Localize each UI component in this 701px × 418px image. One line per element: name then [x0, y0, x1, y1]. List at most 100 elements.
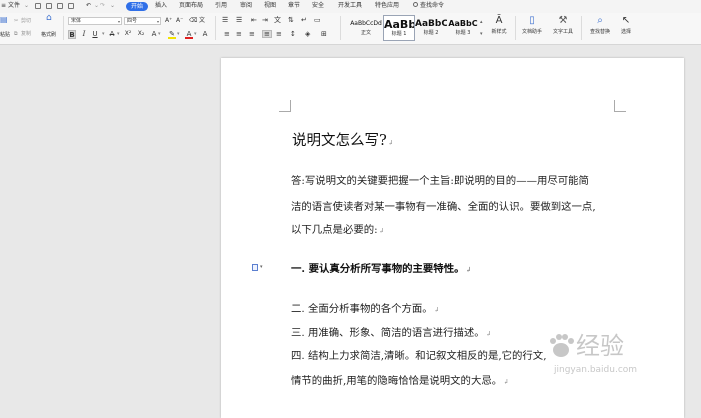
line-icon[interactable]: ▭: [314, 17, 321, 24]
font-color-dropdown-icon[interactable]: ▾: [194, 31, 197, 37]
export-icon[interactable]: [46, 3, 52, 9]
style-heading-3[interactable]: AaBbC 标题 3: [447, 15, 479, 41]
undo-icon[interactable]: ↶: [86, 2, 91, 10]
align-center-icon[interactable]: ≡: [236, 31, 242, 38]
justify-icon[interactable]: ≡: [262, 30, 272, 38]
text-tools-label: 文字工具: [552, 29, 573, 35]
font-name-value: 宋体: [71, 18, 82, 24]
preview-icon[interactable]: [68, 3, 74, 9]
tab-page-layout[interactable]: 页面布局: [179, 2, 203, 10]
char-border-icon[interactable]: A: [201, 30, 209, 39]
new-style-button[interactable]: Ā 新样式: [485, 15, 513, 35]
new-style-icon: Ā: [495, 15, 503, 26]
cut-label[interactable]: 剪切: [21, 18, 31, 24]
shrink-font-icon[interactable]: A⁻: [176, 18, 183, 24]
tab-special-apps[interactable]: 特色应用: [375, 2, 399, 10]
paragraph-line[interactable]: 以下几点是必要的:↲: [291, 223, 385, 238]
text-tools-button[interactable]: ⚒ 文字工具: [549, 15, 577, 35]
numbered-list-icon[interactable]: ☰: [236, 17, 242, 24]
grow-font-icon[interactable]: A⁺: [165, 18, 172, 24]
underline-dropdown-icon[interactable]: ▾: [102, 31, 105, 37]
paragraph-mark: ↲: [465, 265, 472, 274]
format-painter-icon[interactable]: ⌂: [46, 14, 52, 23]
customize-dropdown-icon[interactable]: ⌄: [110, 2, 115, 10]
text-effect-dropdown-icon[interactable]: ▾: [158, 31, 161, 37]
borders-icon[interactable]: ⊞: [321, 31, 327, 38]
copy-icon[interactable]: ⧉: [14, 31, 18, 37]
text-effect-icon[interactable]: A: [150, 30, 158, 39]
menu-icon[interactable]: ≡: [1, 2, 6, 10]
paste-icon[interactable]: ▤: [0, 16, 8, 24]
highlight-icon[interactable]: ✎: [168, 30, 176, 39]
style-heading-1[interactable]: AaBb 标题 1: [383, 15, 415, 41]
strikethrough-icon[interactable]: A: [108, 30, 116, 39]
chinese-layout-icon[interactable]: 文: [274, 17, 281, 24]
list-item[interactable]: 一. 要认真分析所写事物的主要特性。↲: [291, 262, 471, 277]
paste-label[interactable]: 粘贴: [0, 32, 10, 38]
margin-corner-top-right: [614, 100, 626, 112]
redo-icon[interactable]: ↷: [100, 2, 105, 10]
line-spacing-icon[interactable]: ↕: [290, 31, 296, 38]
paragraph-line[interactable]: 洁的语言使读者对某一事物有一准确、全面的认识。要做到这一点,: [291, 200, 596, 214]
sort-icon[interactable]: ⇅: [288, 17, 294, 24]
font-name-select[interactable]: 宋体 ▾: [68, 17, 122, 25]
list-item[interactable]: 三. 用准确、形象、简洁的语言进行描述。↲: [291, 326, 492, 341]
save-icon[interactable]: [35, 3, 41, 9]
font-color-icon[interactable]: A: [185, 30, 193, 39]
command-search-input[interactable]: 查找命令: [420, 2, 444, 10]
list-item[interactable]: 情节的曲折,用笔的隐晦恰恰是说明文的大忌。↲: [291, 374, 509, 389]
tab-references[interactable]: 引用: [215, 2, 227, 10]
find-replace-button[interactable]: ⌕ 查找替换: [586, 15, 614, 35]
doc-helper-button[interactable]: ▯ 文档助手: [518, 15, 546, 35]
styles-more-icon[interactable]: ▾: [480, 31, 483, 37]
paragraph-handle-icon[interactable]: [252, 264, 258, 271]
style-heading-2[interactable]: AaBbC 标题 2: [415, 15, 447, 41]
increase-indent-icon[interactable]: ⇥: [262, 17, 268, 24]
italic-button[interactable]: I: [80, 30, 88, 39]
search-icon[interactable]: [413, 2, 418, 7]
style-heading-3-preview: AaBbC: [448, 19, 478, 28]
tab-insert[interactable]: 插入: [155, 2, 167, 10]
divider: [215, 16, 216, 40]
tab-chapter[interactable]: 章节: [288, 2, 300, 10]
align-left-icon[interactable]: ≡: [224, 31, 230, 38]
tab-view[interactable]: 视图: [264, 2, 276, 10]
font-size-select[interactable]: 四号 ▾: [124, 17, 161, 25]
print-icon[interactable]: [57, 3, 63, 9]
styles-scroll-up-icon[interactable]: ▴: [480, 19, 483, 25]
tab-developer[interactable]: 开发工具: [338, 2, 362, 10]
list-item[interactable]: 二. 全面分析事物的各个方面。↲: [291, 302, 440, 317]
shading-icon[interactable]: ◈: [305, 31, 310, 38]
strike-dropdown-icon[interactable]: ▾: [117, 31, 120, 37]
bold-button[interactable]: B: [68, 30, 76, 39]
style-heading-2-label: 标题 2: [423, 30, 439, 36]
file-menu[interactable]: 文件: [8, 2, 20, 10]
list-item[interactable]: 四. 结构上力求简洁,清晰。和记叙文相反的是,它的行文,: [291, 349, 547, 363]
bullet-list-icon[interactable]: ☰: [222, 17, 228, 24]
chevron-down-icon: ▾: [117, 19, 120, 24]
style-normal[interactable]: AaBbCcDd 正文: [350, 15, 382, 41]
format-painter-label[interactable]: 格式刷: [41, 32, 56, 38]
align-right-icon[interactable]: ≡: [249, 31, 255, 38]
highlight-dropdown-icon[interactable]: ▾: [177, 31, 180, 37]
underline-button[interactable]: U: [91, 30, 99, 39]
cut-icon[interactable]: ✂: [14, 18, 18, 24]
distribute-icon[interactable]: ≡: [276, 31, 282, 38]
tab-security[interactable]: 安全: [312, 2, 324, 10]
paragraph-handle-dropdown-icon[interactable]: ▾: [260, 264, 263, 270]
document-title[interactable]: 说明文怎么写?↲: [292, 132, 394, 152]
undo-dropdown-icon[interactable]: ⌄: [94, 2, 99, 10]
subscript-icon[interactable]: X₂: [137, 30, 145, 39]
superscript-icon[interactable]: X²: [124, 30, 132, 39]
file-dropdown-icon[interactable]: ⌄: [24, 2, 29, 10]
select-button[interactable]: ↖ 选择: [614, 15, 638, 35]
divider: [63, 16, 64, 40]
tab-review[interactable]: 审阅: [240, 2, 252, 10]
pinyin-icon[interactable]: 文: [199, 18, 205, 24]
decrease-indent-icon[interactable]: ⇤: [251, 17, 257, 24]
show-marks-icon[interactable]: ↵: [301, 17, 307, 24]
clear-format-icon[interactable]: ⌫: [189, 18, 197, 24]
paragraph-line[interactable]: 答:写说明文的关键要把握一个主旨:即说明的目的——用尽可能简: [291, 174, 589, 188]
tab-home[interactable]: 开始: [126, 1, 149, 11]
copy-label[interactable]: 复制: [21, 31, 31, 37]
